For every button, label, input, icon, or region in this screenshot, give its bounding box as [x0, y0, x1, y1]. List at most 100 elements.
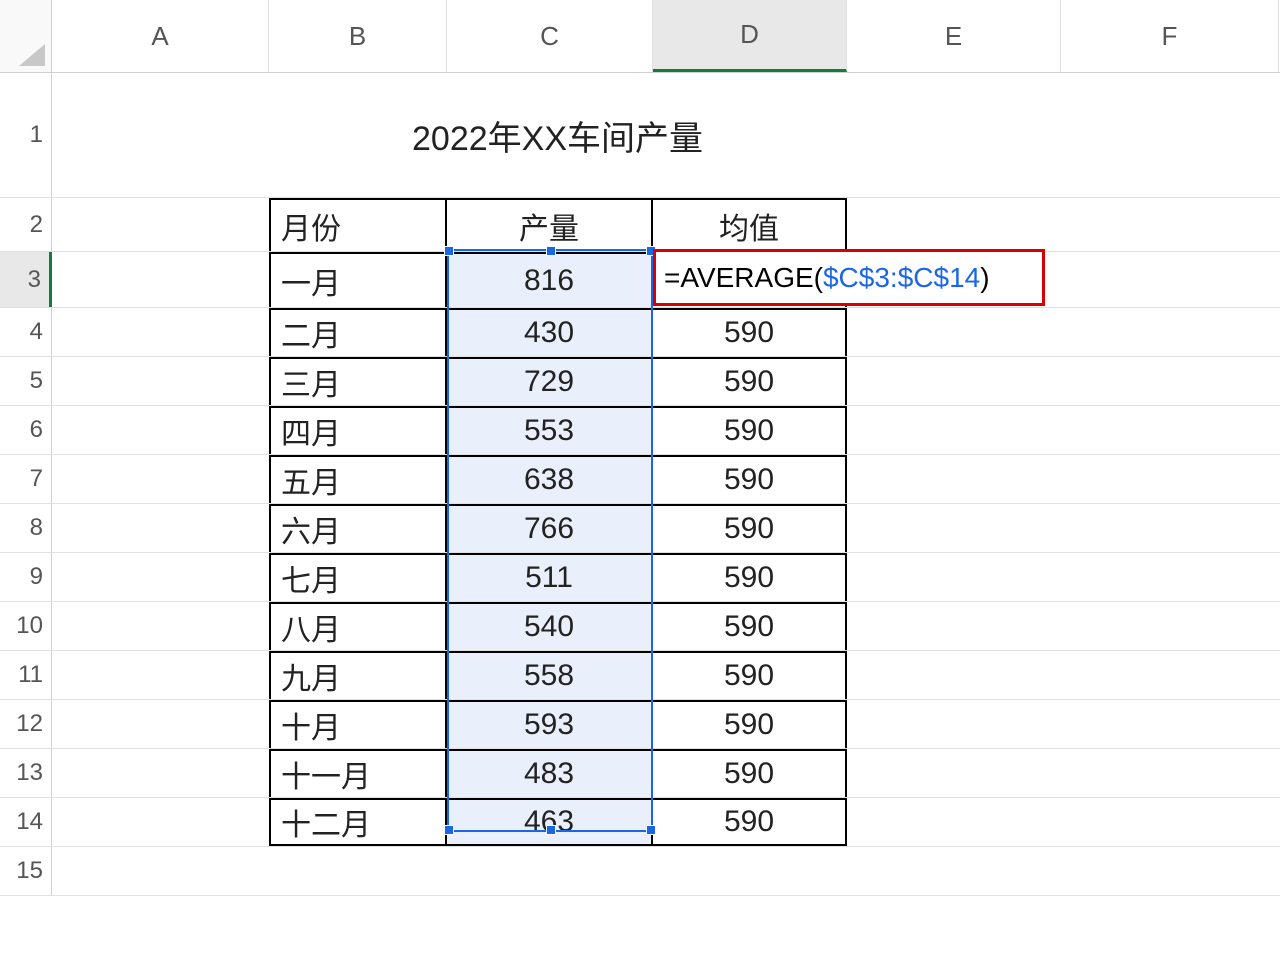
cell-B14[interactable]: 十二月 [269, 798, 447, 846]
cell-C2[interactable]: 产量 [447, 198, 653, 251]
cell-F1[interactable] [1061, 73, 1279, 197]
cell-A15[interactable] [52, 847, 269, 895]
cell-A1[interactable] [52, 73, 269, 197]
col-header-B[interactable]: B [269, 0, 447, 72]
cell-E7[interactable] [847, 455, 1061, 503]
cell-C6[interactable]: 553 [447, 406, 653, 454]
cell-F8[interactable] [1061, 504, 1279, 552]
row-header-15[interactable]: 15 [0, 847, 52, 895]
cell-D13[interactable]: 590 [653, 749, 847, 797]
cell-D5[interactable]: 590 [653, 357, 847, 405]
col-header-D[interactable]: D [653, 0, 847, 72]
col-header-F[interactable]: F [1061, 0, 1279, 72]
cell-C8[interactable]: 766 [447, 504, 653, 552]
cell-A9[interactable] [52, 553, 269, 601]
row-header-11[interactable]: 11 [0, 651, 52, 699]
cell-A7[interactable] [52, 455, 269, 503]
cell-E1[interactable] [847, 73, 1061, 197]
cell-D4[interactable]: 590 [653, 308, 847, 356]
row-header-14[interactable]: 14 [0, 798, 52, 846]
cell-E8[interactable] [847, 504, 1061, 552]
cell-B3[interactable]: 一月 [269, 252, 447, 307]
cell-D10[interactable]: 590 [653, 602, 847, 650]
cell-D12[interactable]: 590 [653, 700, 847, 748]
cell-F15[interactable] [1061, 847, 1279, 895]
cell-C4[interactable]: 430 [447, 308, 653, 356]
cell-B5[interactable]: 三月 [269, 357, 447, 405]
cell-E13[interactable] [847, 749, 1061, 797]
cell-F2[interactable] [1061, 198, 1279, 251]
cell-B4[interactable]: 二月 [269, 308, 447, 356]
row-header-1[interactable]: 1 [0, 73, 52, 197]
cell-F13[interactable] [1061, 749, 1279, 797]
cell-E11[interactable] [847, 651, 1061, 699]
cell-A12[interactable] [52, 700, 269, 748]
cell-D15[interactable] [653, 847, 847, 895]
cell-F14[interactable] [1061, 798, 1279, 846]
cell-A2[interactable] [52, 198, 269, 251]
cell-B11[interactable]: 九月 [269, 651, 447, 699]
cell-A6[interactable] [52, 406, 269, 454]
formula-editor-overlay[interactable]: =AVERAGE($C$3:$C$14) [653, 249, 1045, 306]
cell-E15[interactable] [847, 847, 1061, 895]
cell-B9[interactable]: 七月 [269, 553, 447, 601]
cell-E4[interactable] [847, 308, 1061, 356]
cell-B13[interactable]: 十一月 [269, 749, 447, 797]
cell-C12[interactable]: 593 [447, 700, 653, 748]
cell-C9[interactable]: 511 [447, 553, 653, 601]
row-header-4[interactable]: 4 [0, 308, 52, 356]
cell-E9[interactable] [847, 553, 1061, 601]
row-header-9[interactable]: 9 [0, 553, 52, 601]
cell-C7[interactable]: 638 [447, 455, 653, 503]
cell-C3[interactable]: 816 [447, 252, 653, 307]
row-header-10[interactable]: 10 [0, 602, 52, 650]
row-header-2[interactable]: 2 [0, 198, 52, 251]
cell-C5[interactable]: 729 [447, 357, 653, 405]
col-header-A[interactable]: A [52, 0, 269, 72]
row-header-8[interactable]: 8 [0, 504, 52, 552]
cell-F3[interactable] [1061, 252, 1279, 307]
row-header-6[interactable]: 6 [0, 406, 52, 454]
cell-F9[interactable] [1061, 553, 1279, 601]
cell-F5[interactable] [1061, 357, 1279, 405]
cell-E14[interactable] [847, 798, 1061, 846]
cell-E5[interactable] [847, 357, 1061, 405]
cell-B15[interactable] [269, 847, 447, 895]
cell-B10[interactable]: 八月 [269, 602, 447, 650]
cell-C15[interactable] [447, 847, 653, 895]
cell-F12[interactable] [1061, 700, 1279, 748]
cell-D11[interactable]: 590 [653, 651, 847, 699]
cell-F10[interactable] [1061, 602, 1279, 650]
cell-A3[interactable] [52, 252, 269, 307]
cell-D8[interactable]: 590 [653, 504, 847, 552]
cell-E12[interactable] [847, 700, 1061, 748]
cell-D14[interactable]: 590 [653, 798, 847, 846]
col-header-C[interactable]: C [447, 0, 653, 72]
cell-A10[interactable] [52, 602, 269, 650]
cell-B2[interactable]: 月份 [269, 198, 447, 251]
cell-C14[interactable]: 463 [447, 798, 653, 846]
cell-A14[interactable] [52, 798, 269, 846]
cell-A4[interactable] [52, 308, 269, 356]
cell-B7[interactable]: 五月 [269, 455, 447, 503]
cell-D7[interactable]: 590 [653, 455, 847, 503]
cell-A13[interactable] [52, 749, 269, 797]
cell-E2[interactable] [847, 198, 1061, 251]
cell-C13[interactable]: 483 [447, 749, 653, 797]
cell-F6[interactable] [1061, 406, 1279, 454]
col-header-E[interactable]: E [847, 0, 1061, 72]
row-header-5[interactable]: 5 [0, 357, 52, 405]
cell-B6[interactable]: 四月 [269, 406, 447, 454]
cell-C10[interactable]: 540 [447, 602, 653, 650]
cell-E6[interactable] [847, 406, 1061, 454]
row-header-3[interactable]: 3 [0, 252, 52, 307]
cell-D9[interactable]: 590 [653, 553, 847, 601]
row-header-12[interactable]: 12 [0, 700, 52, 748]
cell-A5[interactable] [52, 357, 269, 405]
cell-D6[interactable]: 590 [653, 406, 847, 454]
cell-B12[interactable]: 十月 [269, 700, 447, 748]
row-header-7[interactable]: 7 [0, 455, 52, 503]
cell-E10[interactable] [847, 602, 1061, 650]
cell-B8[interactable]: 六月 [269, 504, 447, 552]
cell-F11[interactable] [1061, 651, 1279, 699]
